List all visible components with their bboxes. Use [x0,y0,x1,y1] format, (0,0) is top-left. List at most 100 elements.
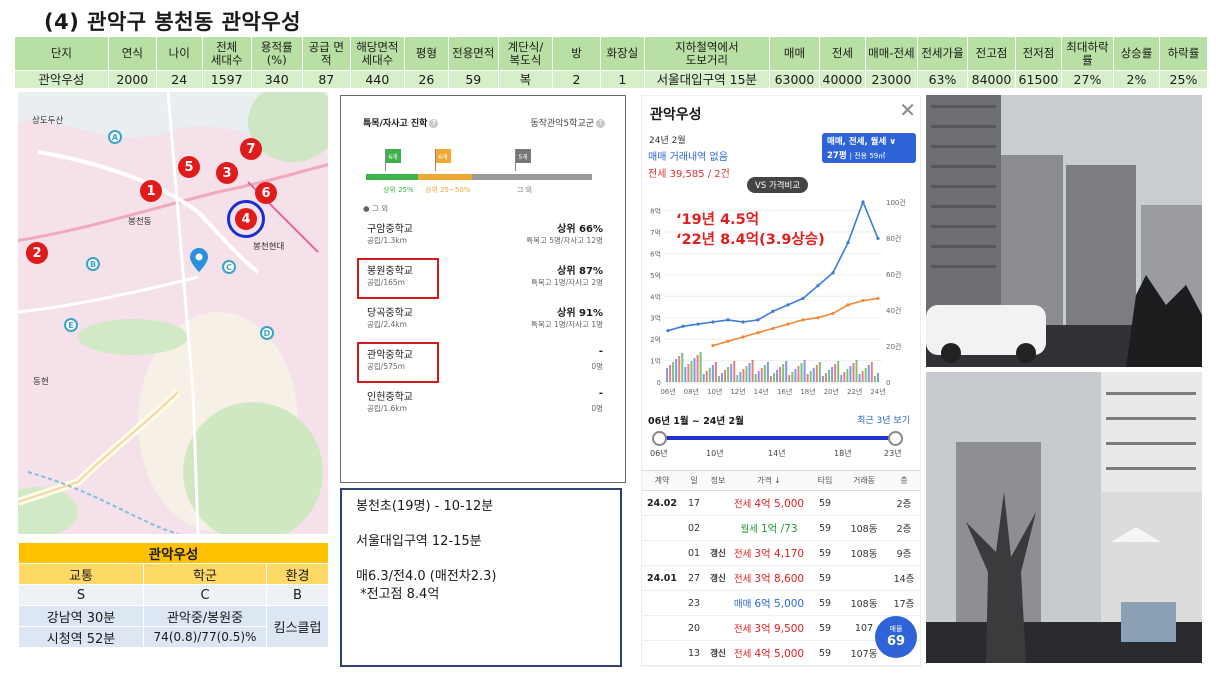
jeonse-point [711,343,715,348]
transaction-dong: 108동 [842,540,886,566]
volume-bar [834,364,837,382]
slider-end-handle[interactable] [888,431,903,446]
volume-bar [861,371,864,382]
map-pin-e[interactable]: E [64,318,78,332]
volume-bar [870,362,873,382]
transaction-price: 월세 1억 /73 [730,515,808,541]
map-label: 상도두산 [32,116,64,126]
school-detail: 특목고 5명/자사고 12명 [526,236,603,245]
map-marker-5[interactable]: 5 [178,156,200,178]
spec-value-cell: 1 [600,70,645,89]
spec-value-cell: 40000 [818,70,866,89]
volume-bar [876,373,879,382]
x-tick: 22년 [847,387,862,396]
slider-start-handle[interactable] [652,431,667,446]
summary-title: 관악우성 [17,542,330,564]
map-marker-4[interactable]: 4 [235,208,257,230]
note-line: 매6.3/전4.0 (매전차2.3) [356,569,497,584]
transaction-day: 17 [682,490,706,516]
sale-point [771,309,775,313]
volume-bar [788,375,791,382]
transaction-price: 전세 3억 8,600 [730,565,808,591]
location-pin-icon [190,248,208,272]
listings-button[interactable]: 매물 69 [875,616,917,658]
transaction-header-cell: 층 [886,470,920,491]
volume-bar [684,367,687,382]
school-distance: 공립/1.6km [367,404,407,413]
transaction-row[interactable]: 01 갱신 전세 3억 4,170 59 108동 9층 [642,540,920,566]
school-name: 구암중학교 [367,224,413,235]
transaction-info [706,590,730,616]
transaction-kind: 전세 [733,648,752,660]
close-icon[interactable]: ✕ [899,98,916,122]
transaction-row[interactable]: 24.02 17 전세 4억 5,000 59 2층 [642,490,920,516]
map-pin-b[interactable]: B [86,257,100,271]
school-row[interactable]: 봉원중학교 공립/165m 상위 87% 특목고 1명/자사고 2명 [357,258,605,299]
map-pin-c[interactable]: C [222,260,236,274]
school-row[interactable]: 구암중학교 공립/1.3km 상위 66% 특목고 5명/자사고 12명 [363,216,605,256]
date-range: 06년 1월 ~ 24년 2월 [648,416,744,427]
volume-bar [739,372,742,382]
map-marker-1[interactable]: 1 [140,180,162,202]
trade-type-selector[interactable]: 매매, 전세, 월세 ∨ 27평 | 전용 59㎡ [822,133,916,163]
sale-point [831,271,835,275]
help-icon[interactable]: ? [429,119,439,128]
school-detail: 특목고 1명/자사고 2명 [530,278,603,287]
help-icon[interactable]: ? [596,119,605,128]
recent-3y-link[interactable]: 최근 3년 보기 [857,413,910,426]
spec-header-cell: 전세 [818,36,866,71]
map-pin-d[interactable]: D [260,326,274,340]
summary-header-school: 학군 [143,563,267,585]
flag-label: 상위 25% [383,186,414,194]
flag-label: 그 외 [517,186,533,194]
transaction-row[interactable]: 02 월세 1억 /73 59 108동 2층 [642,515,920,541]
spec-value-cell: 1597 [201,70,252,89]
period-slider[interactable] [652,431,903,446]
volume-bar [724,370,727,382]
transaction-month: 24.02 [642,490,682,516]
map-marker-6[interactable]: 6 [255,182,277,204]
x-tick: 08년 [684,387,699,396]
volume-bar [867,365,870,382]
x-tick: 12년 [730,387,745,396]
spec-value-cell: 24 [155,70,203,89]
spec-header-cell: 전용면적 [447,36,499,71]
transaction-price: 전세 4억 5,000 [730,640,808,666]
transaction-row[interactable]: 24.01 27 갱신 전세 3억 8,600 59 14층 [642,565,920,591]
transaction-row[interactable]: 23 매매 6억 5,000 59 108동 17층 [642,590,920,616]
school-row[interactable]: 인헌중학교 공립/1.6km - 0명 [363,384,605,424]
slider-year: 23년 [884,449,902,458]
transaction-day: 27 [682,565,706,591]
volume-bar [797,366,800,382]
volume-bar [806,374,809,382]
transaction-kind: 월세 [740,523,758,535]
spec-value-cell: 440 [349,70,405,89]
sale-point [726,318,730,322]
volume-bar [828,370,831,382]
location-map[interactable]: 상도두산 봉천동 봉천현대 동현 1 2 3 4 5 6 7 A B C D E [18,92,328,534]
transaction-price: 전세 3억 4,170 [730,540,808,566]
y-left-tick: 7억 [650,229,661,237]
spec-value-cell: 25% [1158,70,1209,89]
map-marker-2[interactable]: 2 [26,242,48,264]
school-name: 관악중학교 [367,350,413,361]
school-district: 동작관악5학교군 [530,119,594,129]
map-marker-7[interactable]: 7 [240,138,262,160]
school-row[interactable]: 당곡중학교 공립/2.4km 상위 91% 특목고 1명/자사고 1명 [363,300,605,340]
volume-bar [705,371,708,382]
grade-environment: B [265,584,330,606]
volume-bar [760,368,763,382]
spec-header-cell: 해당면적 세대수 [349,36,405,71]
spec-header-cell: 방 [552,36,601,71]
x-tick: 24년 [870,387,885,396]
apartment-photo-2 [926,372,1202,663]
transaction-kind: 전세 [733,498,752,510]
x-tick: 20년 [824,387,839,396]
note-line: 서울대입구역 12-15분 [356,534,482,549]
map-marker-3[interactable]: 3 [216,162,238,184]
volume-bar [730,364,733,382]
map-pin-a[interactable]: A [108,130,122,144]
compare-button[interactable]: VS 가격비교 [747,177,809,193]
volume-bar [815,365,818,382]
school-row[interactable]: 관악중학교 공립/575m - 0명 [357,342,605,383]
